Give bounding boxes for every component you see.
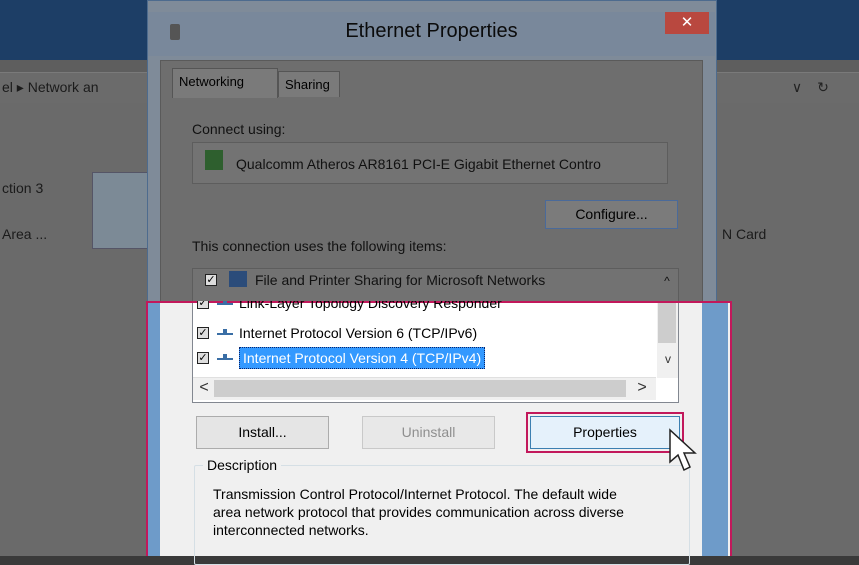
- background-item-subtitle: Area ...: [2, 226, 48, 242]
- dialog-title: Ethernet Properties: [345, 20, 518, 42]
- scroll-up-icon[interactable]: ^: [659, 274, 675, 288]
- file-sharing-icon: [229, 271, 247, 287]
- refresh-icon[interactable]: ↻: [811, 72, 835, 102]
- background-item-title: ction 3: [2, 180, 44, 196]
- address-dropdown-icon[interactable]: ∨: [785, 72, 809, 102]
- item-checkbox-lltd[interactable]: ✓: [197, 301, 209, 309]
- background-item-right-subtitle: N Card: [722, 226, 767, 242]
- description-label: Description: [203, 457, 282, 473]
- vertical-scroll-thumb[interactable]: [658, 303, 676, 343]
- adapter-name: Qualcomm Atheros AR8161 PCI-E Gigabit Et…: [236, 156, 601, 172]
- mouse-pointer-icon: [669, 428, 697, 472]
- close-button[interactable]: ✕: [665, 12, 709, 34]
- protocol-icon: [217, 329, 233, 337]
- scroll-left-icon[interactable]: <: [194, 377, 214, 399]
- background-breadcrumb: el ▸ Network an: [2, 79, 99, 95]
- scroll-down-icon[interactable]: v: [659, 350, 677, 368]
- item-label-ipv6: Internet Protocol Version 6 (TCP/IPv6): [239, 325, 478, 341]
- uninstall-button[interactable]: Uninstall: [362, 416, 495, 449]
- item-label-ipv4: Internet Protocol Version 4 (TCP/IPv4): [239, 347, 486, 369]
- item-checkbox-file-sharing[interactable]: ✓: [205, 274, 217, 286]
- description-text: Transmission Control Protocol/Internet P…: [213, 486, 624, 538]
- tab-sharing[interactable]: Sharing: [278, 71, 340, 97]
- horizontal-scroll-thumb[interactable]: [214, 380, 626, 397]
- connect-using-label: Connect using:: [192, 121, 286, 137]
- install-button[interactable]: Install...: [196, 416, 329, 449]
- item-checkbox-ipv6[interactable]: ✓: [197, 327, 209, 339]
- items-label: This connection uses the following items…: [192, 238, 447, 254]
- network-adapter-small-icon: [205, 150, 223, 170]
- configure-button[interactable]: Configure...: [545, 200, 678, 229]
- list-item-selected[interactable]: ✓ Internet Protocol Version 4 (TCP/IPv4): [197, 347, 486, 369]
- list-item-partial[interactable]: ✓ Link-Layer Topology Discovery Responde…: [197, 301, 502, 313]
- list-item[interactable]: ✓ Internet Protocol Version 6 (TCP/IPv6): [197, 322, 477, 344]
- dialog-edge-left: [148, 303, 160, 556]
- item-label-lltd: Link-Layer Topology Discovery Responder: [239, 301, 502, 311]
- item-checkbox-ipv4[interactable]: ✓: [197, 352, 209, 364]
- tab-networking[interactable]: Networking: [172, 68, 278, 98]
- protocol-icon: [217, 301, 233, 307]
- item-label-file-sharing[interactable]: File and Printer Sharing for Microsoft N…: [255, 272, 545, 288]
- scroll-right-icon[interactable]: >: [632, 377, 652, 399]
- network-adapter-icon: [92, 172, 150, 249]
- properties-highlight: [526, 412, 684, 453]
- protocol-icon: [217, 354, 233, 362]
